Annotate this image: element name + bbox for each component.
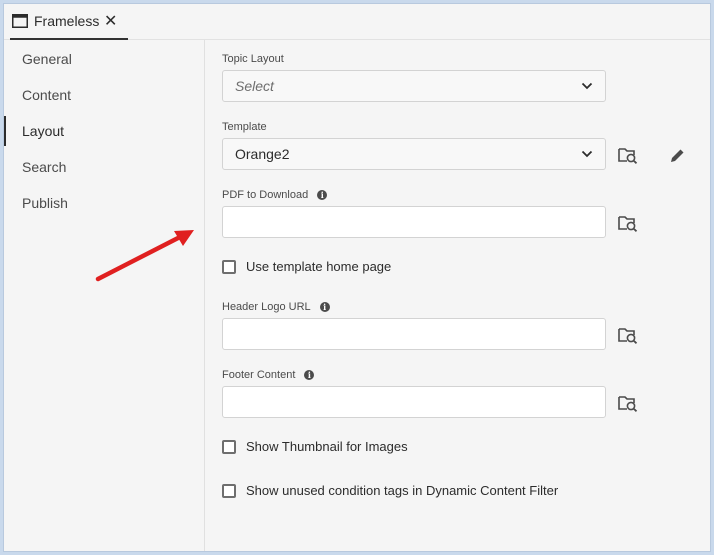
pencil-icon[interactable] [668, 147, 686, 165]
info-icon[interactable]: i [319, 302, 330, 312]
header-logo-label: Header Logo URL i [222, 301, 330, 313]
sidebar-item-content[interactable]: Content [4, 78, 204, 112]
header-logo-label-text: Header Logo URL [222, 301, 311, 313]
tab-frameless[interactable]: Frameless ✕ [10, 4, 128, 40]
header-logo-input[interactable] [222, 318, 606, 350]
window-icon [12, 14, 28, 28]
sidebar-item-label: Search [22, 159, 67, 175]
sidebar-item-label: Content [22, 87, 72, 103]
annotation-arrow [95, 230, 194, 282]
sidebar-item-label: Layout [22, 123, 65, 139]
pdf-input[interactable] [222, 206, 606, 238]
layout-panel: Topic Layout Select Template Orange2 PDF… [206, 40, 710, 551]
sidebar-item-label: Publish [22, 195, 68, 211]
folder-search-icon[interactable] [618, 146, 638, 164]
chevron-down-icon [581, 150, 593, 158]
use-template-home-checkbox-row[interactable]: Use template home page [222, 259, 391, 274]
sidebar: General Content Layout Search Publish [4, 40, 205, 551]
folder-search-icon[interactable] [618, 214, 638, 232]
pdf-label-text: PDF to Download [222, 189, 309, 201]
template-value: Orange2 [235, 146, 290, 162]
show-thumbnail-checkbox-row[interactable]: Show Thumbnail for Images [222, 439, 408, 454]
topic-layout-select[interactable]: Select [222, 70, 606, 102]
template-select[interactable]: Orange2 [222, 138, 606, 170]
show-unused-checkbox[interactable] [222, 483, 236, 498]
tab-bar: Frameless ✕ [4, 4, 710, 40]
show-thumbnail-label: Show Thumbnail for Images [246, 439, 408, 454]
sidebar-item-search[interactable]: Search [4, 150, 204, 184]
use-template-home-label: Use template home page [246, 259, 392, 274]
window-frame: Frameless ✕ General Content Layout Searc… [3, 3, 711, 552]
template-label: Template [222, 121, 267, 133]
chevron-down-icon [581, 82, 593, 90]
sidebar-item-publish[interactable]: Publish [4, 186, 204, 220]
tab-label: Frameless [34, 13, 100, 29]
topic-layout-label: Topic Layout [222, 53, 284, 65]
topic-layout-label-text: Topic Layout [222, 53, 284, 65]
show-unused-checkbox-row[interactable]: Show unused condition tags in Dynamic Co… [222, 483, 558, 498]
template-label-text: Template [222, 121, 267, 133]
footer-input[interactable] [222, 386, 606, 418]
show-unused-label: Show unused condition tags in Dynamic Co… [246, 483, 559, 498]
use-template-home-checkbox[interactable] [222, 259, 236, 274]
folder-search-icon[interactable] [618, 394, 638, 412]
sidebar-item-layout[interactable]: Layout [4, 114, 204, 148]
close-icon[interactable]: ✕ [104, 11, 117, 31]
info-icon[interactable]: i [317, 190, 328, 200]
footer-label-text: Footer Content [222, 369, 296, 381]
sidebar-item-label: General [22, 51, 72, 67]
folder-search-icon[interactable] [618, 326, 638, 344]
info-icon[interactable]: i [304, 370, 315, 380]
pdf-label: PDF to Download i [222, 189, 328, 201]
footer-label: Footer Content i [222, 369, 315, 381]
sidebar-item-general[interactable]: General [4, 42, 204, 76]
show-thumbnail-checkbox[interactable] [222, 439, 236, 454]
topic-layout-placeholder: Select [235, 78, 274, 94]
